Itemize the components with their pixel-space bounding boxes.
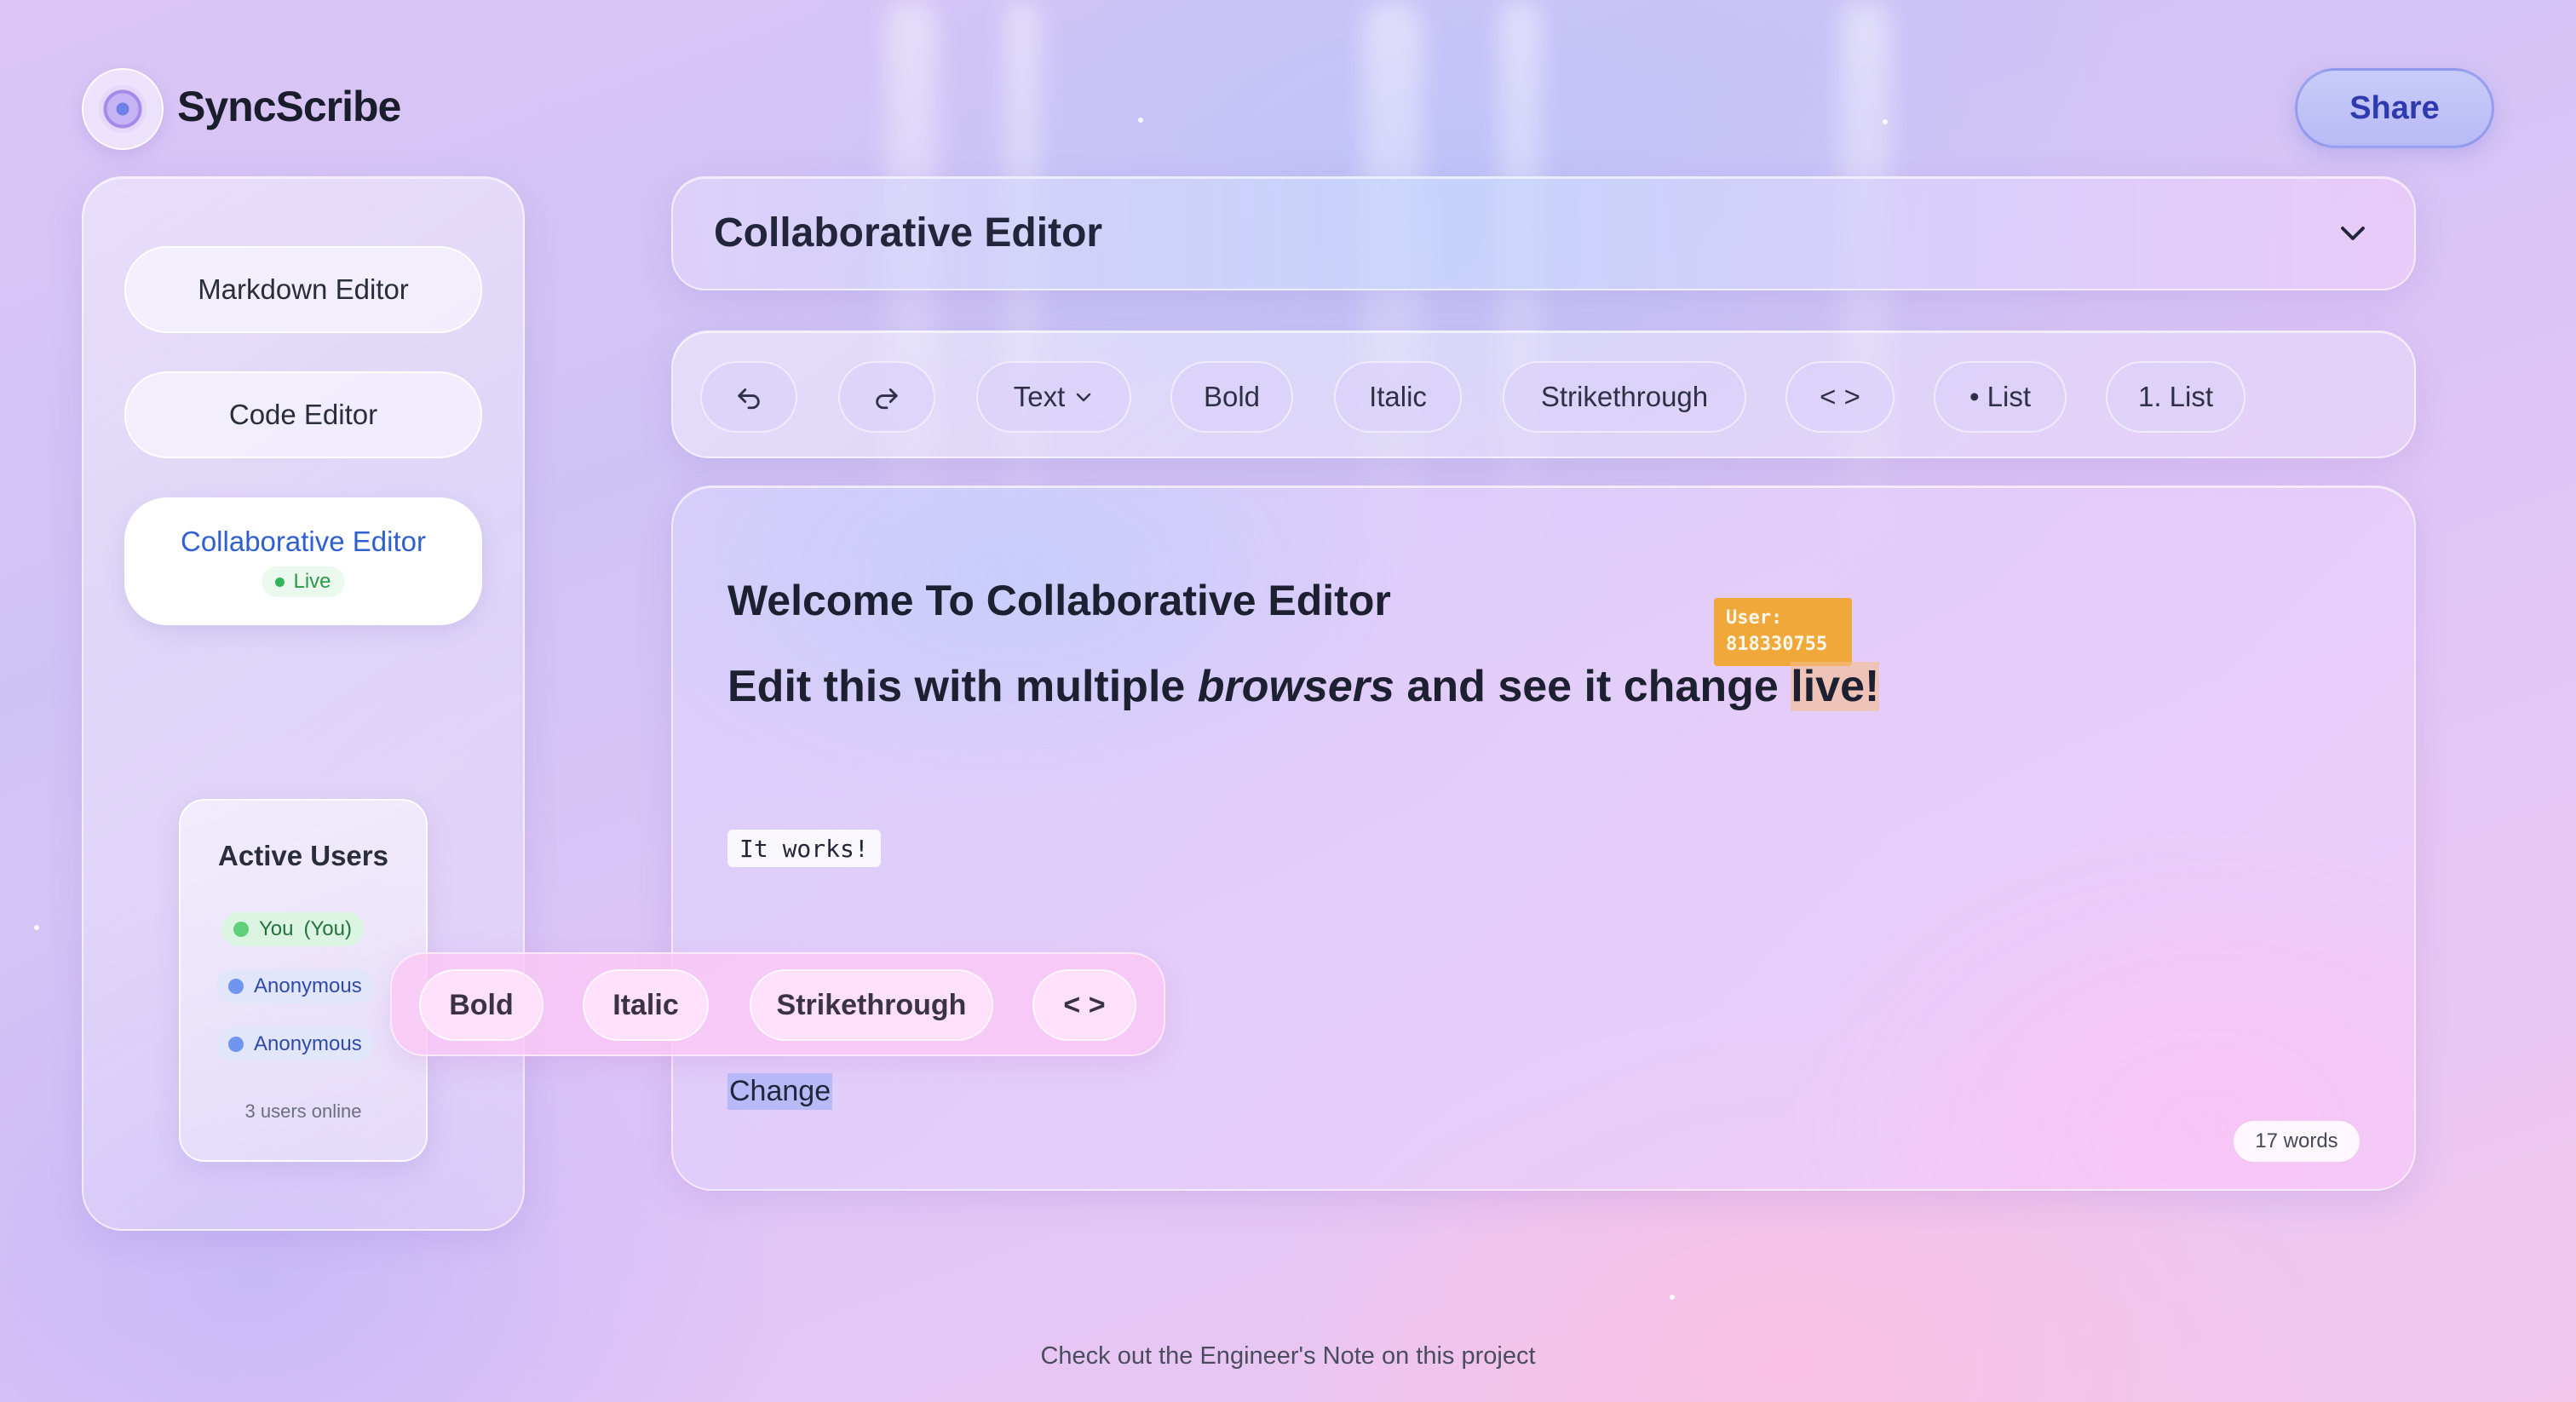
paragraph-text: and see it change [1394,662,1791,711]
chevron-down-icon [1077,393,1091,402]
engineer-note-link[interactable]: Check out the Engineer's Note on this pr… [0,1342,2576,1370]
bold-button[interactable]: Bold [1170,361,1293,433]
users-online-count: 3 users online [244,1100,362,1122]
sidebar-item-collaborative-editor[interactable]: Collaborative Editor Live [124,497,482,625]
share-button[interactable]: Share [2295,68,2494,148]
sparkle [1883,119,1888,124]
logo[interactable] [82,68,164,150]
sidebar-item-label: Collaborative Editor [181,526,426,557]
undo-button[interactable] [700,361,797,433]
selected-text[interactable]: Change [727,1073,833,1110]
document-heading[interactable]: Welcome To Collaborative Editor [727,576,1391,625]
word-count-badge: 17 words [2234,1121,2360,1162]
sparkle [1670,1295,1675,1300]
code-button[interactable]: < > [1785,361,1895,433]
undo-icon [738,388,760,410]
inline-code[interactable]: It works! [727,830,881,867]
user-name: You [259,917,294,940]
redo-icon [876,388,898,410]
redo-button[interactable] [838,361,935,433]
user-suffix: (You) [303,917,352,940]
document-paragraph[interactable]: Edit this with multiple browsers and see… [727,661,1880,712]
remote-cursor-label: User: 818330755 [1714,598,1852,666]
brand-name: SyncScribe [177,83,401,130]
user-chip-anonymous: Anonymous [216,1027,374,1061]
sidebar-item-markdown-editor[interactable]: Markdown Editor [124,246,482,333]
chevron-down-icon[interactable] [2337,218,2368,249]
floating-italic-button[interactable]: Italic [583,969,709,1041]
sidebar-item-label: Code Editor [228,399,378,430]
text-style-dropdown[interactable]: Text [976,361,1131,433]
user-chip-anonymous: Anonymous [216,969,374,1003]
bullet-list-button[interactable]: • List [1934,361,2067,433]
user-chip-you: You (You) [221,912,364,946]
numbered-list-button[interactable]: 1. List [2106,361,2245,433]
italic-text: browsers [1197,662,1394,711]
user-name: Anonymous [254,1032,362,1055]
sidebar-item-code-editor[interactable]: Code Editor [124,371,482,458]
active-users-title: Active Users [218,840,388,871]
sidebar-item-label: Markdown Editor [198,273,409,305]
logo-icon [99,85,147,133]
live-badge: Live [262,566,345,597]
user-status-dot-icon [228,1037,244,1052]
paragraph-text: Edit this with multiple [727,662,1198,711]
floating-code-button[interactable]: < > [1032,969,1136,1041]
remote-selection-highlight: live! [1791,662,1880,711]
cursor-label-line: User: [1726,607,1783,629]
floating-bold-button[interactable]: Bold [419,969,543,1041]
user-status-dot-icon [228,979,244,994]
user-status-dot-icon [233,922,249,937]
live-dot-icon [275,577,285,587]
live-badge-label: Live [293,570,331,593]
sparkle [34,925,39,930]
user-name: Anonymous [254,974,362,997]
sparkle [1138,118,1143,123]
strikethrough-button[interactable]: Strikethrough [1503,361,1746,433]
italic-button[interactable]: Italic [1334,361,1462,433]
page-title: Collaborative Editor [714,210,1103,256]
text-style-label: Text [1013,381,1066,412]
floating-strikethrough-button[interactable]: Strikethrough [750,969,993,1041]
cursor-user-id: 818330755 [1726,634,1828,655]
